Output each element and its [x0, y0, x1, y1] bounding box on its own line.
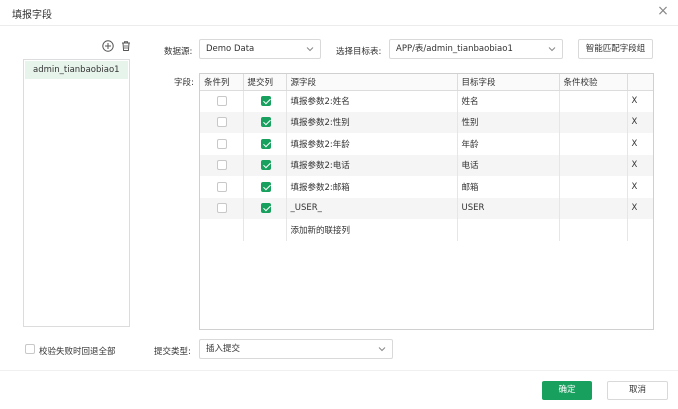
table-row: 填报参数2:电话 电话 X: [200, 154, 653, 176]
trash-icon[interactable]: [120, 40, 132, 52]
delete-row-button[interactable]: X: [627, 154, 653, 176]
condition-check-cell[interactable]: [559, 111, 628, 133]
submit-checkbox[interactable]: [260, 203, 271, 213]
datasource-list: admin_tianbaobiao1: [23, 59, 130, 327]
table-row: 填报参数2:性别 性别 X: [200, 111, 653, 133]
smart-match-button[interactable]: 智能匹配字段组: [578, 39, 653, 59]
submit-checkbox[interactable]: [260, 117, 271, 127]
source-field-cell[interactable]: 填报参数2:年龄: [286, 133, 458, 155]
delete-row-button[interactable]: X: [627, 90, 653, 112]
header-source: 源字段: [286, 74, 458, 91]
target-field-cell[interactable]: 姓名: [457, 90, 560, 112]
source-field-cell[interactable]: 填报参数2:姓名: [286, 90, 458, 112]
condition-checkbox[interactable]: [217, 95, 227, 106]
field-mapping-table: 条件列 提交列 源字段 目标字段 条件校验 填报参数2:姓名 姓名 X 填报参数…: [199, 73, 654, 330]
target-table-value: APP/表/admin_tianbaobiao1: [396, 44, 513, 54]
condition-check-cell[interactable]: [559, 176, 628, 198]
chevron-down-icon: [306, 47, 314, 52]
chevron-down-icon: [378, 347, 386, 352]
submit-checkbox[interactable]: [260, 138, 271, 149]
add-icon[interactable]: [102, 40, 114, 52]
header-condition: 条件列: [200, 74, 244, 91]
submit-checkbox[interactable]: [260, 181, 271, 192]
condition-checkbox[interactable]: [217, 138, 227, 149]
submit-type-label: 提交类型:: [154, 347, 191, 357]
fields-label: 字段:: [174, 78, 194, 88]
close-icon[interactable]: ×: [656, 4, 670, 18]
chevron-down-icon: [548, 47, 556, 52]
submit-checkbox[interactable]: [260, 95, 271, 106]
table-row: 填报参数2:年龄 年龄 X: [200, 133, 653, 155]
ok-button[interactable]: 确定: [542, 381, 592, 400]
add-join-column-link[interactable]: 添加新的联接列: [286, 219, 458, 241]
source-field-cell[interactable]: 填报参数2:电话: [286, 154, 458, 176]
submit-checkbox[interactable]: [260, 160, 271, 170]
table-row: 填报参数2:邮箱 邮箱 X: [200, 176, 653, 198]
target-field-cell[interactable]: 邮箱: [457, 176, 560, 198]
cancel-button[interactable]: 取消: [607, 381, 668, 400]
target-table-label: 选择目标表:: [336, 47, 382, 57]
source-field-cell[interactable]: _USER_: [286, 197, 458, 219]
delete-row-button[interactable]: X: [627, 111, 653, 133]
source-field-cell[interactable]: 填报参数2:邮箱: [286, 176, 458, 198]
target-field-cell[interactable]: 性别: [457, 111, 560, 133]
delete-row-button[interactable]: X: [627, 176, 653, 198]
table-row: 填报参数2:姓名 姓名 X: [200, 90, 653, 112]
rollback-checkbox[interactable]: [25, 344, 35, 354]
dialog-titlebar: 填报字段 ×: [0, 0, 678, 26]
condition-check-cell[interactable]: [559, 133, 628, 155]
condition-checkbox[interactable]: [217, 203, 227, 213]
submit-type-value: 插入提交: [206, 344, 241, 354]
target-field-cell[interactable]: USER: [457, 197, 560, 219]
rollback-label: 校验失败时回退全部: [39, 347, 116, 357]
header-check: 条件校验: [559, 74, 628, 91]
condition-checkbox[interactable]: [217, 181, 227, 192]
datasource-value: Demo Data: [206, 44, 255, 54]
header-submit: 提交列: [243, 74, 287, 91]
target-table-select[interactable]: APP/表/admin_tianbaobiao1: [389, 39, 563, 59]
condition-checkbox[interactable]: [217, 117, 227, 127]
submit-type-select[interactable]: 插入提交: [199, 339, 393, 359]
condition-check-cell[interactable]: [559, 90, 628, 112]
add-row: 添加新的联接列: [200, 219, 653, 241]
datasource-item[interactable]: admin_tianbaobiao1: [25, 61, 128, 79]
table-row: _USER_ USER X: [200, 197, 653, 219]
target-field-cell[interactable]: 电话: [457, 154, 560, 176]
datasource-select[interactable]: Demo Data: [199, 39, 321, 59]
footer-divider: [0, 370, 678, 371]
delete-row-button[interactable]: X: [627, 197, 653, 219]
datasource-label: 数据源:: [164, 47, 193, 57]
condition-check-cell[interactable]: [559, 197, 628, 219]
header-delete: [627, 74, 653, 91]
condition-check-cell[interactable]: [559, 154, 628, 176]
condition-checkbox[interactable]: [217, 160, 227, 170]
target-field-cell[interactable]: 年龄: [457, 133, 560, 155]
dialog-title: 填报字段: [12, 10, 52, 21]
table-header-row: 条件列 提交列 源字段 目标字段 条件校验: [200, 74, 653, 91]
header-target: 目标字段: [457, 74, 560, 91]
source-field-cell[interactable]: 填报参数2:性别: [286, 111, 458, 133]
delete-row-button[interactable]: X: [627, 133, 653, 155]
